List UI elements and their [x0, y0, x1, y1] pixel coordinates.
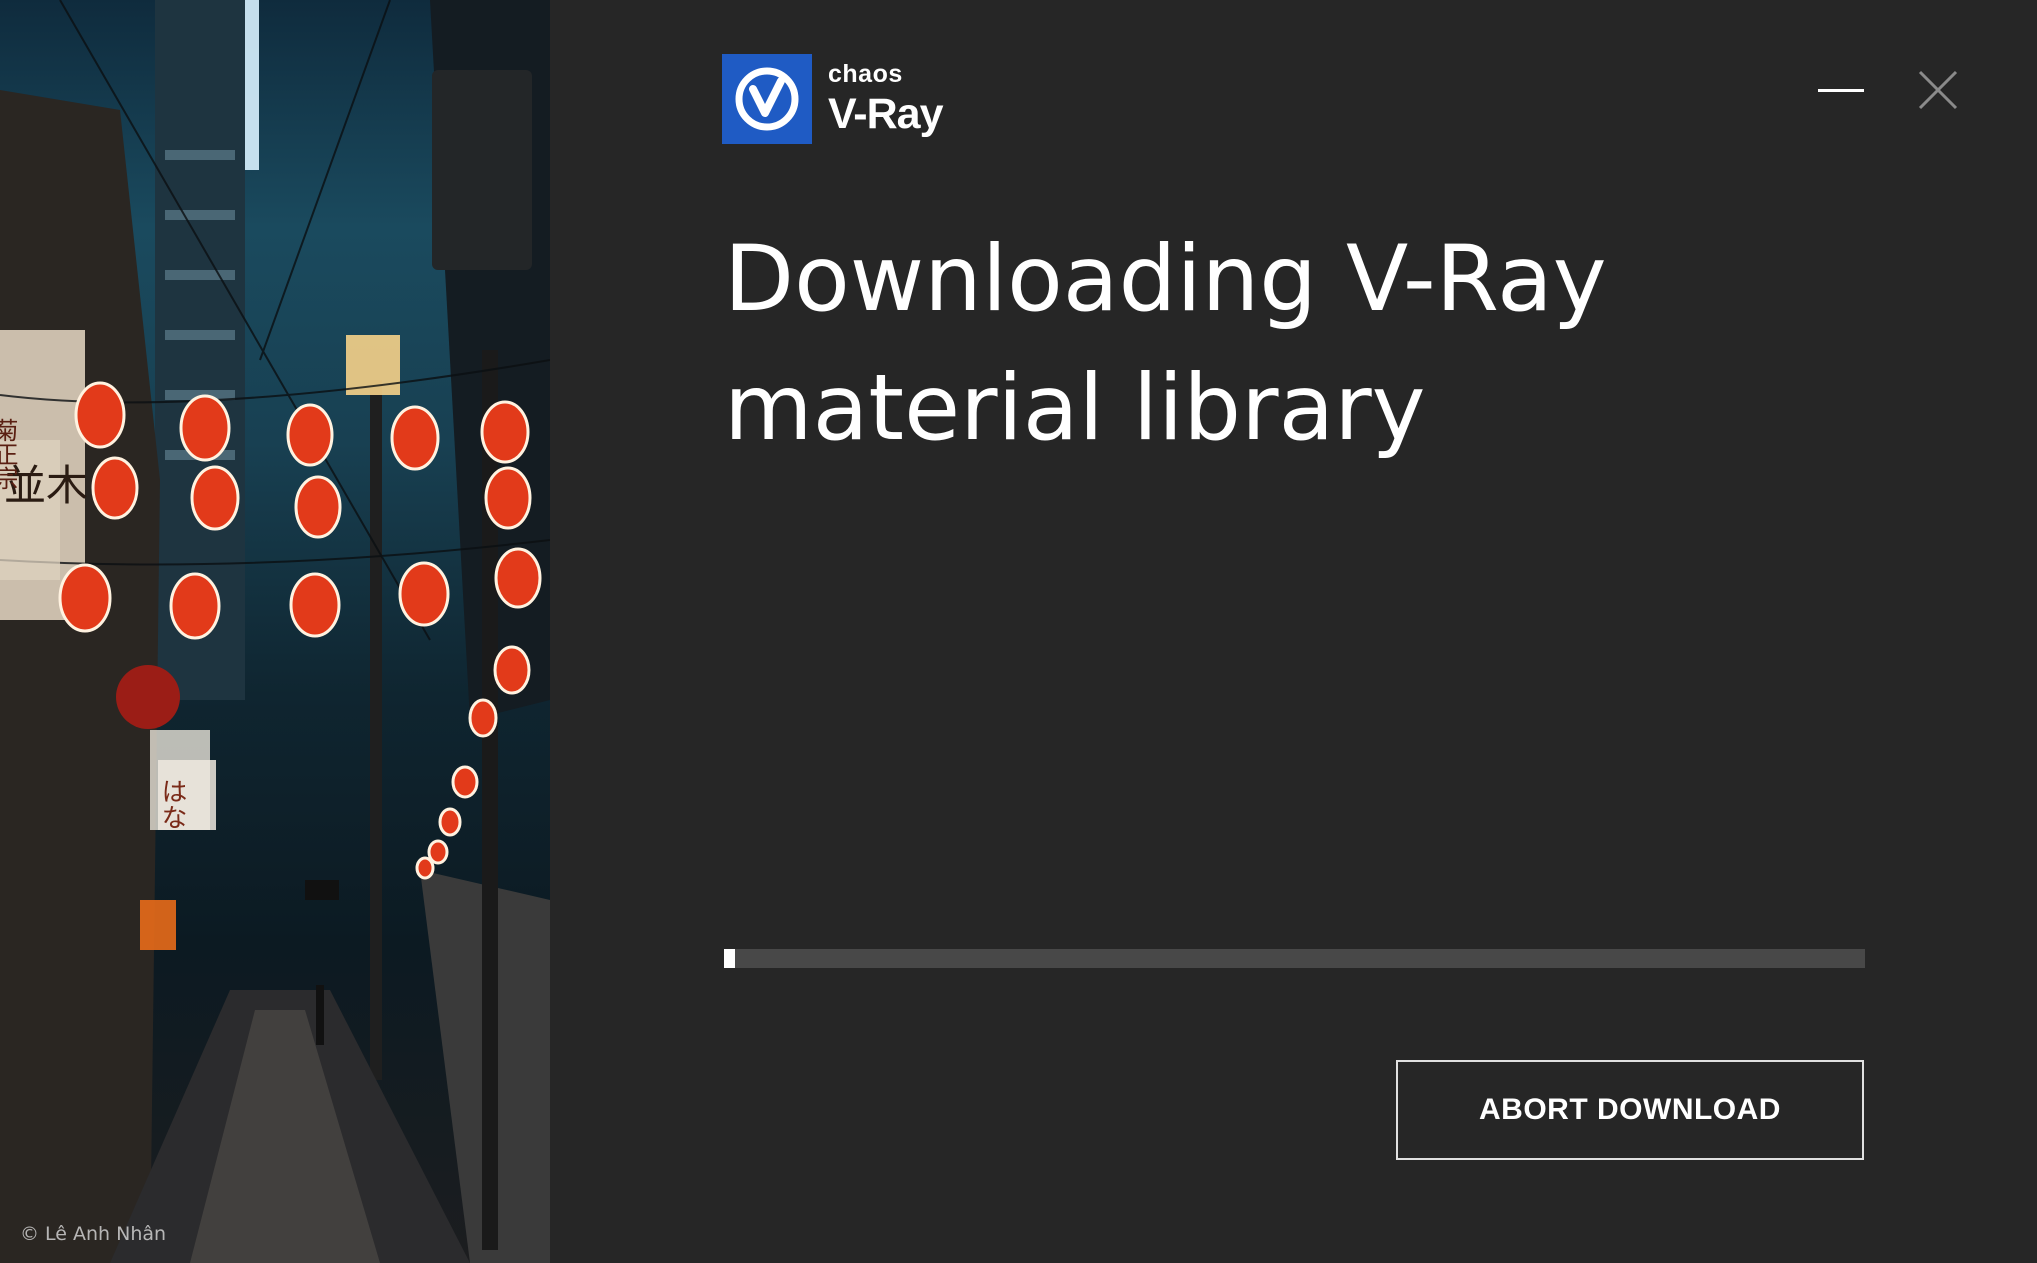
- progress-fill: [724, 949, 735, 968]
- title-line-2: material library: [724, 356, 1426, 461]
- shop-sign: 菊正宗: [0, 418, 18, 490]
- night-alley-illustration: 並木 菊正宗 はな: [0, 0, 550, 1263]
- chaos-vray-logo: chaos V-Ray: [722, 54, 944, 144]
- close-button[interactable]: [1918, 70, 1958, 110]
- download-progress-bar: [724, 949, 1865, 968]
- minimize-icon: [1818, 89, 1864, 92]
- close-icon: [1918, 70, 1958, 110]
- shop-sign: はな: [157, 778, 187, 830]
- page-title: Downloading V-Ray material library: [724, 215, 1824, 473]
- background-photo: 並木 菊正宗 はな © Lê Anh Nhân: [0, 0, 550, 1263]
- logo-product: V-Ray: [828, 90, 944, 138]
- minimize-button[interactable]: [1818, 80, 1864, 100]
- title-line-1: Downloading V-Ray: [724, 227, 1607, 332]
- photo-credit: © Lê Anh Nhân: [20, 1223, 167, 1245]
- vray-v-icon: [722, 54, 812, 144]
- abort-download-button[interactable]: ABORT DOWNLOAD: [1396, 1060, 1864, 1160]
- logo-brand: chaos: [828, 60, 903, 88]
